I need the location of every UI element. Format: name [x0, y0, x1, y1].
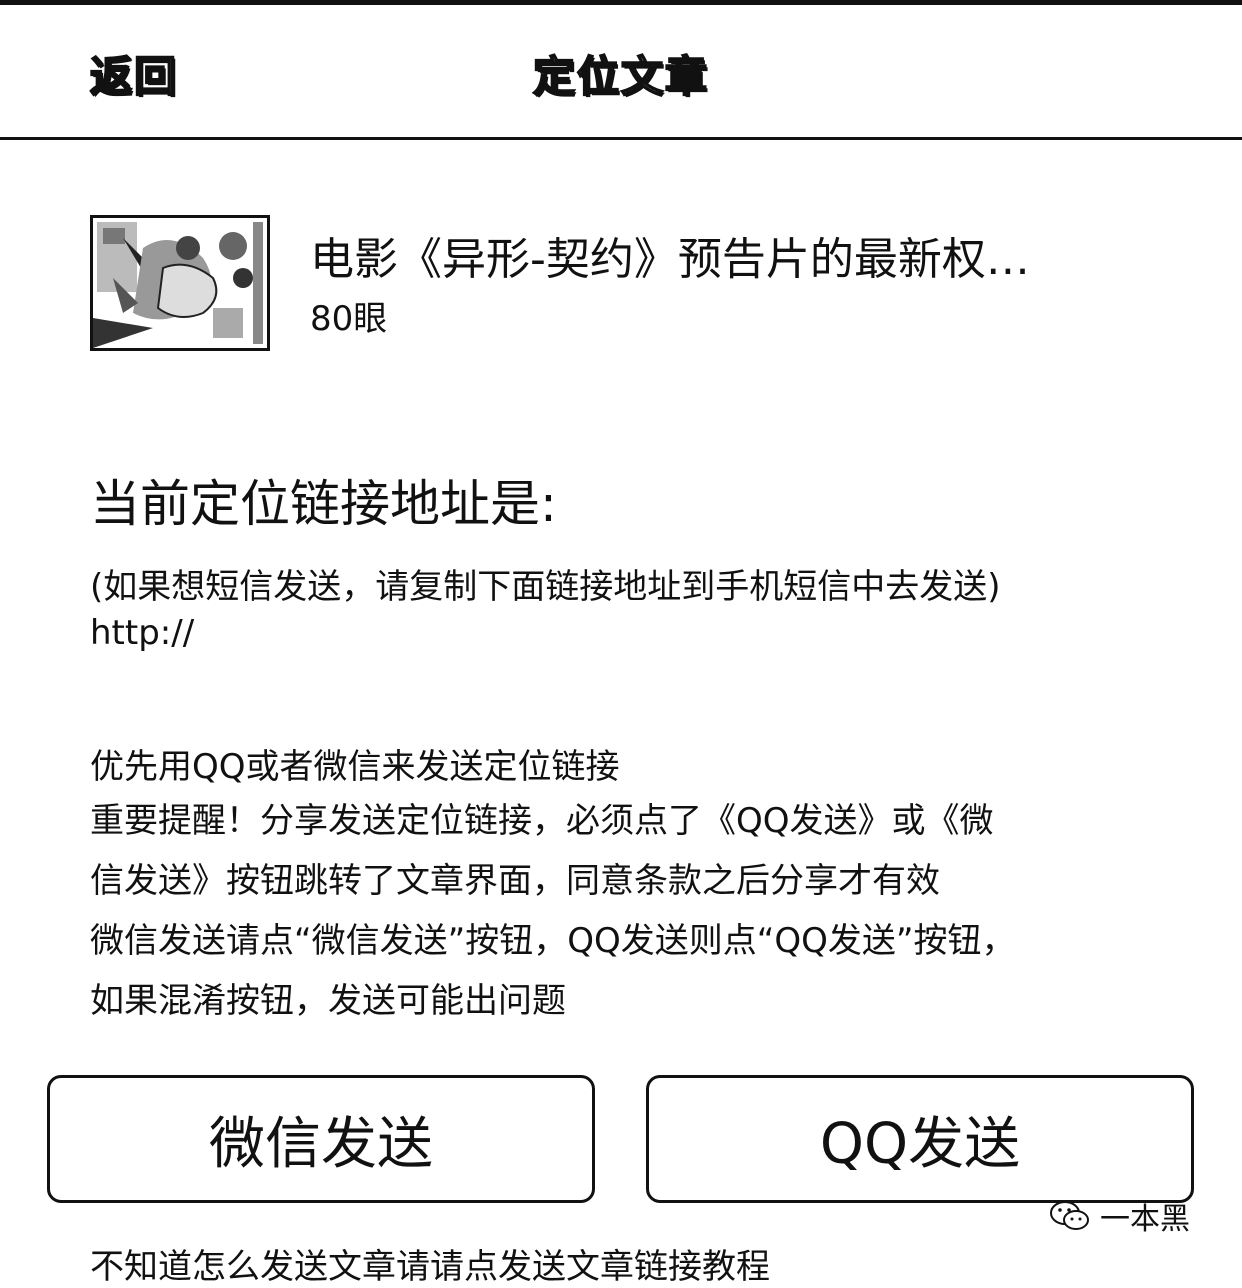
watermark: 一本黑: [1048, 1196, 1190, 1237]
article-view-count: 80眼: [310, 299, 388, 339]
qq-send-button[interactable]: QQ发送: [646, 1075, 1194, 1203]
article-title: 电影《异形-契约》预告片的最新权…: [310, 234, 1030, 285]
movie-poster-thumbnail-icon: [93, 218, 267, 348]
notice-line-2: 重要提醒！分享发送定位链接，必须点了《QQ发送》或《微: [90, 801, 994, 841]
article-card[interactable]: 电影《异形-契约》预告片的最新权… 80眼: [90, 215, 1150, 351]
notice-line-5: 如果混淆按钮，发送可能出问题: [90, 981, 566, 1021]
sms-hint: (如果想短信发送，请复制下面链接地址到手机短信中去发送): [90, 567, 1001, 607]
wechat-send-button[interactable]: 微信发送: [47, 1075, 595, 1203]
page-title: 定位文章: [532, 51, 709, 102]
article-thumbnail: [90, 215, 270, 351]
notice-line-4: 微信发送请点“微信发送”按钮，QQ发送则点“QQ发送”按钮，: [90, 921, 1016, 961]
locate-link-url[interactable]: http://: [90, 612, 194, 654]
wechat-icon: [1050, 1201, 1089, 1230]
link-heading: 当前定位链接地址是:: [90, 475, 557, 533]
watermark-text: 一本黑: [1100, 1202, 1190, 1237]
send-tutorial-link[interactable]: 不知道怎么发送文章请请点发送文章链接教程: [90, 1246, 770, 1288]
header-bar: 返回 定位文章: [0, 5, 1242, 140]
notice-line-3: 信发送》按钮跳转了文章界面，同意条款之后分享才有效: [90, 861, 940, 901]
notice-line-1: 优先用QQ或者微信来发送定位链接: [90, 747, 620, 787]
